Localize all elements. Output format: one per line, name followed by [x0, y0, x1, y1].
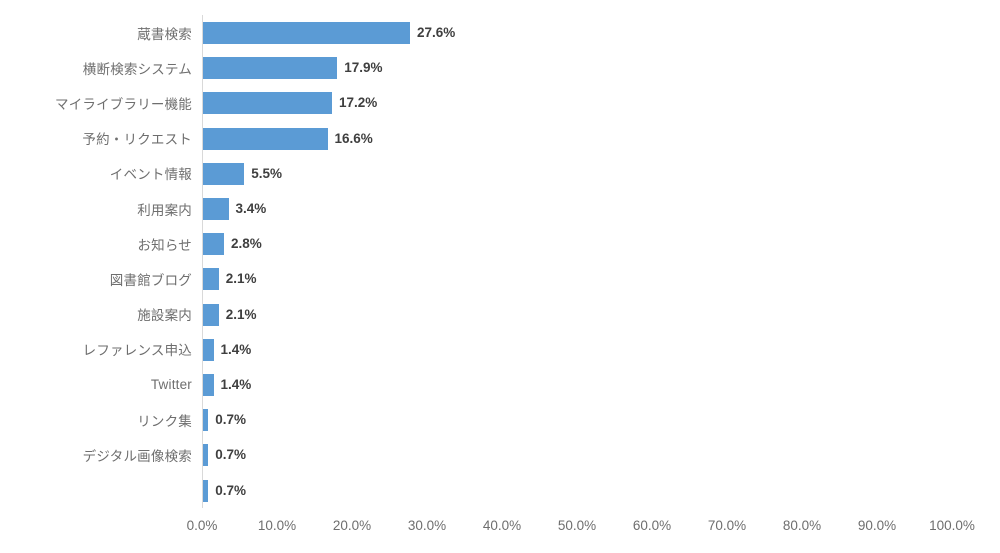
bar-value-label: 2.1%	[225, 271, 257, 287]
bar	[203, 303, 219, 326]
bar-row: Twitter 1.4%	[0, 367, 1000, 402]
bar	[203, 409, 209, 432]
bar-value-label: 0.7%	[215, 482, 247, 498]
bar-value-label: 27.6%	[417, 25, 456, 40]
bar	[203, 22, 410, 44]
bar-value-label: 5.5%	[251, 165, 283, 181]
bar-value-label: 0.7%	[215, 447, 247, 463]
bar-chart: 蔵書検索 27.6% 横断検索システム 17.9% マイライブラリー機能 17.2% 予約・…	[0, 0, 1000, 553]
bar-value-label: 1.4%	[220, 341, 252, 357]
bar-row: 予約・リクエスト 16.6%	[0, 121, 1000, 156]
bar-row: 蔵書検索 27.6%	[0, 15, 1000, 50]
category-label: レファレンス申込	[82, 343, 192, 359]
bar-value-label: 1.4%	[220, 377, 252, 392]
bar-row: 図書館ブログ 2.1%	[0, 261, 1000, 296]
category-label: リンク集	[137, 413, 192, 429]
category-label	[0, 473, 192, 508]
bar-row: 施設案内 2.1%	[0, 297, 1000, 332]
bar-row: リンク集 0.7%	[0, 402, 1000, 437]
bar-row: 利用案内 3.4%	[0, 191, 1000, 226]
bar	[203, 374, 214, 396]
bar	[203, 268, 219, 291]
category-label: 施設案内	[137, 308, 192, 324]
bar	[203, 338, 214, 361]
category-label: マイライブラリー機能	[55, 96, 192, 112]
bar-value-label: 2.1%	[225, 306, 257, 322]
bar	[203, 162, 245, 185]
bar	[203, 198, 229, 220]
x-tick-label: 100.0%	[929, 518, 975, 533]
category-label: デジタル画像検索	[82, 448, 192, 464]
x-axis-tick-labels: 0.0% 10.0% 20.0% 30.0% 40.0% 50.0% 60.0% 70.0% 8…	[0, 518, 1000, 540]
bar-row: マイライブラリー機能 17.2%	[0, 85, 1000, 120]
category-label: Twitter	[150, 377, 192, 392]
bar	[203, 233, 224, 256]
category-label: 図書館ブログ	[109, 272, 192, 288]
category-label: 予約・リクエスト	[82, 132, 192, 148]
bar-row: レファレンス申込 1.4%	[0, 332, 1000, 367]
bar	[203, 127, 328, 150]
bar-row: 横断検索システム 17.9%	[0, 50, 1000, 85]
bar-row: お知らせ 2.8%	[0, 226, 1000, 261]
bar	[203, 479, 209, 502]
plot-area: 蔵書検索 27.6% 横断検索システム 17.9% マイライブラリー機能 17.2% 予約・…	[0, 0, 1000, 553]
bar-value-label: 17.2%	[339, 95, 378, 111]
bar-value-label: 0.7%	[215, 412, 247, 428]
bar	[203, 57, 338, 80]
bar-row: イベント情報 5.5%	[0, 156, 1000, 191]
bar-value-label: 2.8%	[231, 236, 262, 252]
bar-value-label: 16.6%	[334, 130, 373, 146]
category-label: 横断検索システム	[82, 61, 192, 77]
bar	[203, 92, 332, 115]
bar-row: 0.7%	[0, 473, 1000, 508]
bar-value-label: 17.9%	[344, 60, 383, 76]
category-label: 利用案内	[137, 202, 192, 218]
category-label: イベント情報	[109, 167, 192, 183]
bar-value-label: 3.4%	[235, 201, 267, 216]
category-label: 蔵書検索	[137, 26, 192, 42]
category-label: お知らせ	[137, 237, 192, 253]
bar	[203, 444, 209, 467]
bar-row: デジタル画像検索 0.7%	[0, 437, 1000, 472]
